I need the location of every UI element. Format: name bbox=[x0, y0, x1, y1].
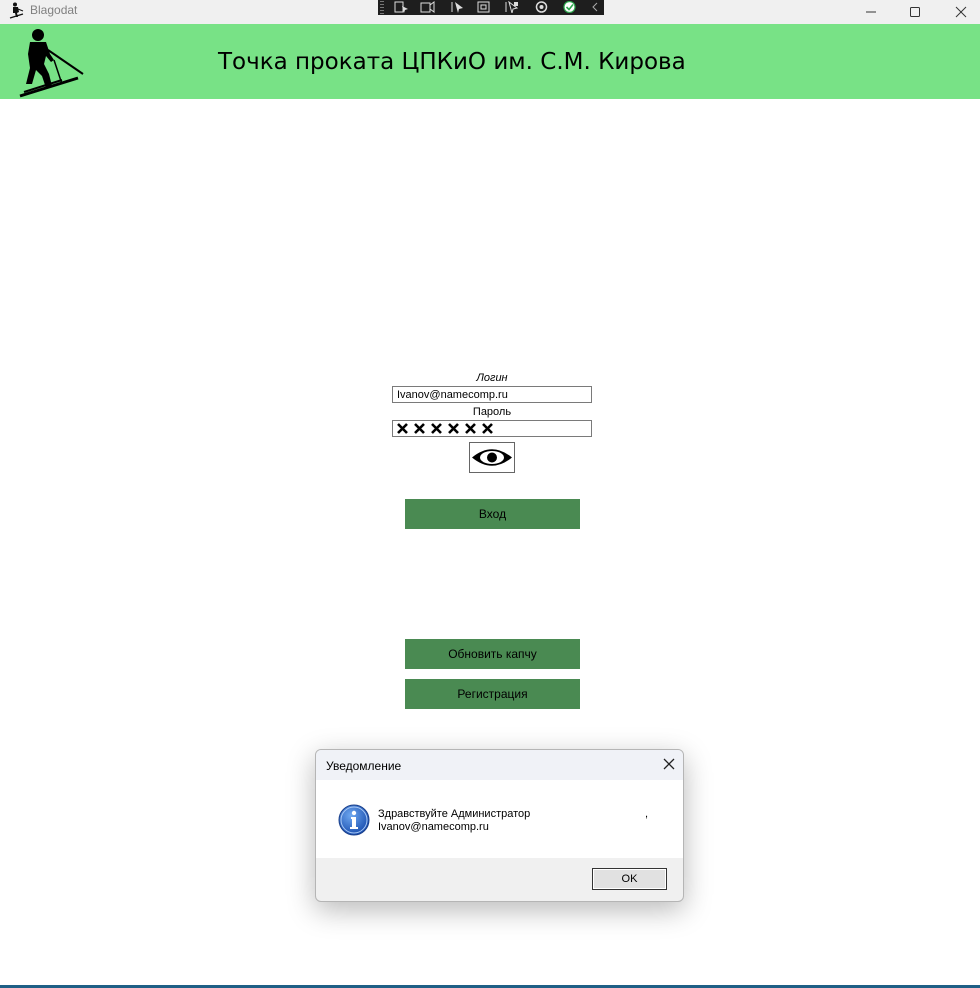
dialog-title: Уведомление bbox=[326, 759, 402, 773]
live-visual-tree-icon[interactable] bbox=[420, 1, 435, 13]
collapse-icon[interactable] bbox=[588, 1, 603, 13]
close-icon[interactable] bbox=[938, 0, 980, 24]
show-password-button[interactable] bbox=[469, 442, 515, 473]
skier-icon bbox=[9, 2, 25, 20]
hot-reload-ok-icon[interactable] bbox=[562, 1, 577, 13]
dialog-close-icon[interactable] bbox=[661, 756, 677, 772]
pointer-icon[interactable] bbox=[450, 1, 465, 13]
window-title: Blagodat bbox=[30, 3, 78, 17]
login-button[interactable]: Вход bbox=[405, 499, 580, 529]
dialog-message-email: Ivanov@namecomp.ru bbox=[378, 821, 489, 833]
maximize-icon[interactable] bbox=[892, 0, 938, 24]
eye-icon bbox=[470, 443, 514, 472]
layout-adorner-icon[interactable] bbox=[476, 1, 491, 13]
dialog-body: Здравствуйте Администратор Ivanov@nameco… bbox=[316, 780, 683, 858]
dialog-message-comma: , bbox=[645, 808, 649, 820]
track-focus-icon[interactable] bbox=[504, 1, 519, 13]
dialog-titlebar: Уведомление bbox=[316, 750, 683, 780]
toolbar-grip[interactable] bbox=[380, 1, 384, 14]
app-header: Точка проката ЦПКиО им. С.М. Кирова bbox=[0, 24, 980, 99]
password-mask bbox=[396, 422, 494, 436]
info-icon bbox=[338, 804, 370, 836]
page-title: Точка проката ЦПКиО им. С.М. Кирова bbox=[218, 49, 686, 75]
minimize-icon[interactable] bbox=[848, 0, 894, 24]
notification-dialog: Уведомление Здравствуйте Администратор I… bbox=[315, 749, 684, 902]
refresh-captcha-button[interactable]: Обновить капчу bbox=[405, 639, 580, 669]
debug-toolbar bbox=[378, 0, 604, 15]
password-label: Пароль bbox=[472, 406, 512, 418]
register-button[interactable]: Регистрация bbox=[405, 679, 580, 709]
window-titlebar: Blagodat bbox=[0, 0, 980, 24]
skier-logo bbox=[18, 26, 88, 98]
ok-button[interactable]: OK bbox=[592, 868, 667, 890]
login-label: Логин bbox=[476, 372, 508, 384]
login-input[interactable]: Ivanov@namecomp.ru bbox=[392, 386, 592, 403]
binding-failures-icon[interactable] bbox=[534, 1, 549, 13]
select-element-icon[interactable] bbox=[394, 1, 409, 13]
dialog-message-greeting: Здравствуйте Администратор bbox=[378, 808, 531, 820]
